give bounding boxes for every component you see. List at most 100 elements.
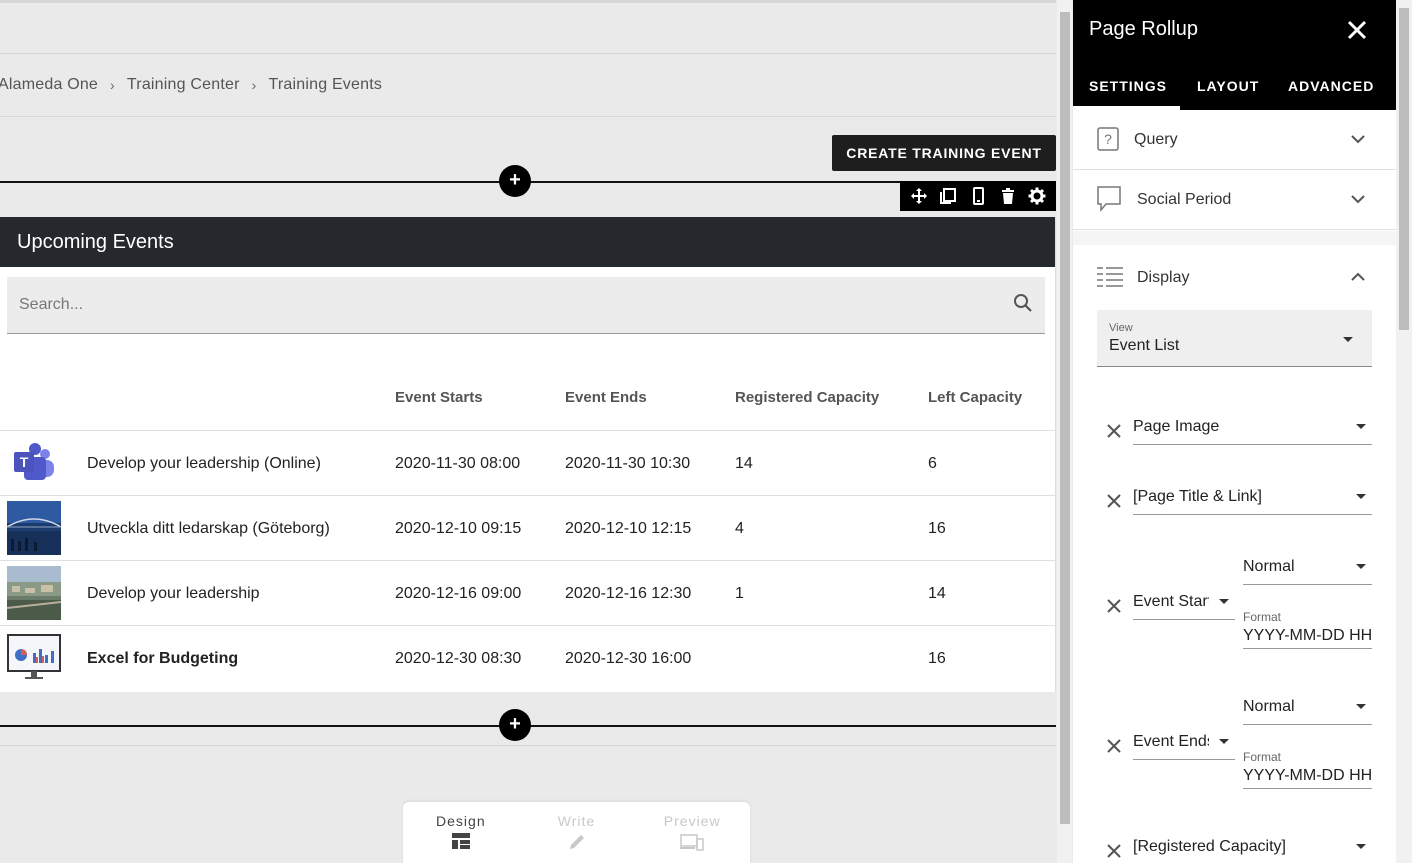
column-header-event-starts[interactable]: Event Starts	[395, 389, 483, 406]
caret-down-icon	[1219, 599, 1229, 604]
format-label: Format	[1243, 750, 1282, 764]
webpart-toolbar	[900, 181, 1056, 211]
search-box	[7, 277, 1045, 334]
format-input-event-start[interactable]: YYYY-MM-DD HH:mm	[1243, 627, 1372, 649]
style-select-event-ends[interactable]: Normal	[1243, 695, 1372, 725]
breadcrumb-item-training-center[interactable]: Training Center	[127, 76, 240, 94]
caret-down-icon	[1343, 337, 1353, 342]
event-title[interactable]: Excel for Budgeting	[87, 626, 238, 691]
remove-icon[interactable]	[1105, 492, 1123, 510]
mobile-icon[interactable]	[968, 186, 988, 206]
panel-scrollbar-thumb[interactable]	[1399, 8, 1409, 330]
search-input[interactable]	[19, 296, 1013, 314]
accordion-social-period-label: Social Period	[1137, 191, 1232, 208]
mode-preview[interactable]: Preview	[634, 802, 750, 863]
event-end: 2020-12-16 12:30	[565, 585, 692, 602]
event-end: 2020-12-10 12:15	[565, 520, 692, 537]
search-icon[interactable]	[1013, 293, 1033, 318]
column-header-event-ends[interactable]: Event Ends	[565, 389, 647, 406]
column-header-registered-capacity[interactable]: Registered Capacity	[735, 389, 879, 406]
dashboard-icon	[451, 833, 470, 849]
caret-down-icon	[1219, 739, 1229, 744]
column-header-left-capacity[interactable]: Left Capacity	[928, 389, 1022, 406]
accordion-social-period[interactable]: Social Period	[1073, 170, 1396, 230]
event-start: 2020-11-30 08:00	[395, 455, 521, 472]
remove-icon[interactable]	[1105, 737, 1123, 755]
upcoming-events-webpart: Upcoming Events Event Starts Event Ends …	[0, 217, 1056, 692]
tab-layout[interactable]: LAYOUT	[1197, 78, 1259, 94]
settings-gear-icon[interactable]	[1027, 186, 1047, 206]
mode-design[interactable]: Design	[403, 802, 519, 863]
mode-switcher: Design Write Preview	[403, 802, 750, 863]
chevron-down-icon	[1351, 135, 1365, 144]
copy-icon[interactable]	[938, 186, 958, 206]
accordion-query[interactable]: ? Query	[1073, 110, 1396, 170]
registered-capacity: 4	[735, 520, 744, 537]
style-select-event-start[interactable]: Normal	[1243, 555, 1372, 585]
caret-down-icon	[1356, 494, 1366, 499]
add-section-button[interactable]: +	[499, 165, 531, 197]
accordion-display-label: Display	[1137, 269, 1190, 286]
field-select-page-title[interactable]: [Page Title & Link]	[1133, 485, 1372, 515]
event-title[interactable]: Utveckla ditt ledarskap (Göteborg)	[87, 496, 330, 561]
left-capacity: 14	[928, 585, 946, 602]
field-select-value: Event Start	[1133, 593, 1209, 610]
panel-title: Page Rollup	[1089, 18, 1198, 40]
event-title[interactable]: Develop your leadership (Online)	[87, 431, 321, 496]
close-icon[interactable]	[1343, 16, 1371, 44]
caret-down-icon	[1356, 564, 1366, 569]
field-select-value: [Page Title & Link]	[1133, 488, 1262, 505]
breadcrumb-item-alameda[interactable]: Alameda One	[0, 76, 98, 94]
panel-header: Page Rollup SETTINGS LAYOUT ADVANCED	[1073, 0, 1396, 110]
left-capacity: 6	[928, 455, 937, 472]
accordion-display-header[interactable]: Display	[1073, 245, 1396, 309]
breadcrumb-item-training-events[interactable]: Training Events	[268, 76, 382, 94]
breadcrumb-separator: ›	[110, 77, 115, 93]
move-icon[interactable]	[909, 186, 929, 206]
divider	[0, 745, 1056, 746]
breadcrumb-separator: ›	[251, 77, 257, 93]
divider	[0, 53, 1056, 54]
mode-write[interactable]: Write	[519, 802, 635, 863]
caret-down-icon	[1356, 704, 1366, 709]
delete-icon[interactable]	[998, 186, 1018, 206]
breadcrumb: Alameda One › Training Center › Training…	[0, 74, 382, 96]
event-start: 2020-12-16 09:00	[395, 585, 522, 602]
field-select-page-image[interactable]: Page Image	[1133, 415, 1372, 445]
format-input-event-ends[interactable]: YYYY-MM-DD HH:mm	[1243, 767, 1372, 789]
accordion-query-label: Query	[1134, 131, 1178, 148]
table-row[interactable]: Develop your leadership 2020-12-16 09:00…	[0, 560, 1056, 625]
left-capacity: 16	[928, 520, 946, 537]
canvas-scrollbar-thumb[interactable]	[1060, 12, 1070, 824]
webpart-title: Upcoming Events	[0, 217, 1055, 267]
registered-capacity: 14	[735, 455, 753, 472]
page-canvas: Alameda One › Training Center › Training…	[0, 0, 1056, 863]
section-gap	[1073, 231, 1396, 245]
devices-icon	[680, 834, 704, 851]
create-training-event-button[interactable]: CREATE TRAINING EVENT	[832, 135, 1056, 171]
add-section-button[interactable]: +	[499, 709, 531, 741]
event-start: 2020-12-30 08:30	[395, 650, 522, 667]
field-select-event-ends[interactable]: Event Ends	[1133, 730, 1235, 760]
table-row[interactable]: Excel for Budgeting 2020-12-30 08:30 202…	[0, 625, 1056, 690]
event-start: 2020-12-10 09:15	[395, 520, 522, 537]
field-select-event-start[interactable]: Event Start	[1133, 590, 1235, 620]
field-select-value: [Registered Capacity]	[1133, 838, 1286, 855]
remove-icon[interactable]	[1105, 842, 1123, 860]
page-rollup-panel: Page Rollup SETTINGS LAYOUT ADVANCED ? Q…	[1073, 0, 1396, 863]
tab-advanced[interactable]: ADVANCED	[1288, 78, 1374, 94]
event-end: 2020-12-30 16:00	[565, 650, 692, 667]
field-select-registered-capacity[interactable]: [Registered Capacity]	[1133, 835, 1372, 863]
table-row[interactable]: T Develop your leadership (Online) 2020-…	[0, 430, 1056, 495]
field-select-value: Event Ends	[1133, 733, 1209, 750]
tab-settings[interactable]: SETTINGS	[1089, 78, 1167, 94]
event-title[interactable]: Develop your leadership	[87, 561, 260, 626]
remove-icon[interactable]	[1105, 597, 1123, 615]
table-row[interactable]: Utveckla ditt ledarskap (Göteborg) 2020-…	[0, 495, 1056, 560]
view-select[interactable]: View Event List	[1097, 310, 1372, 367]
chevron-up-icon	[1351, 272, 1365, 281]
mode-design-label: Design	[436, 813, 486, 829]
mode-write-label: Write	[557, 813, 596, 829]
remove-icon[interactable]	[1105, 422, 1123, 440]
pencil-icon	[569, 835, 584, 849]
